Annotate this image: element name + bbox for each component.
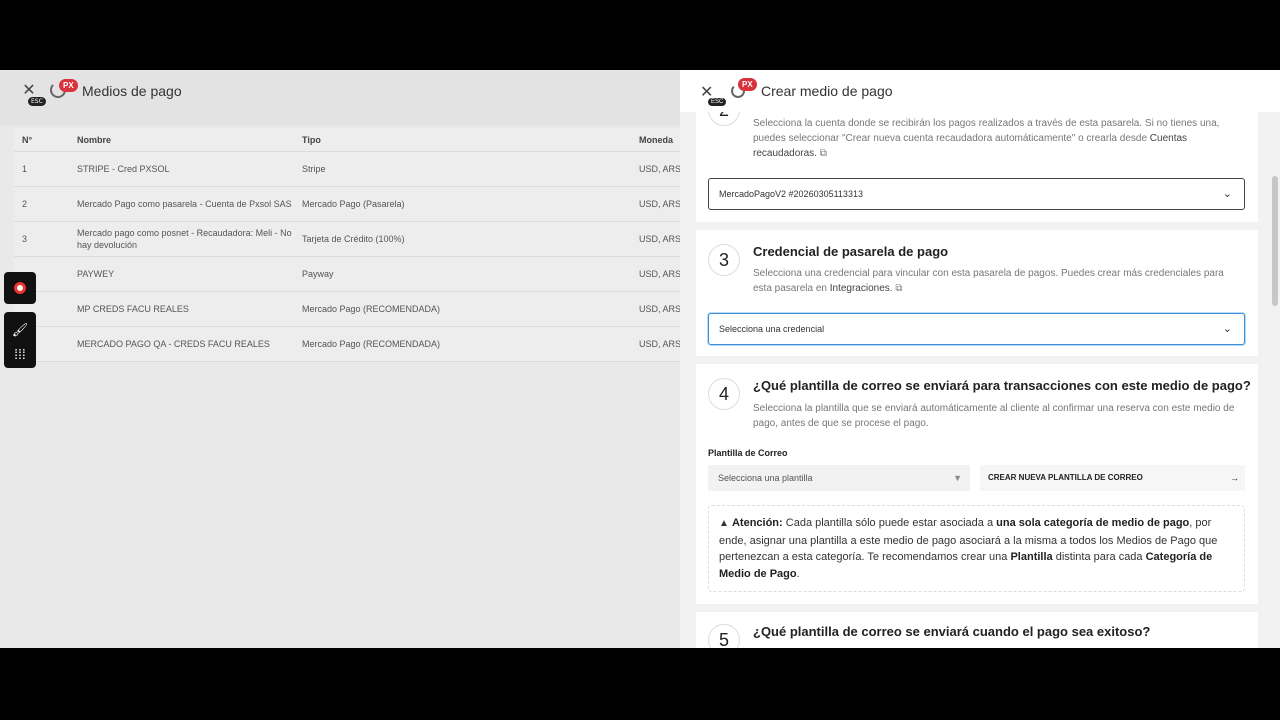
drawer-scrollbar[interactable]	[1272, 176, 1278, 306]
drawer-header: ✕ ESC PX Crear medio de pago	[680, 70, 1280, 112]
arrow-right-icon: →	[1230, 473, 1239, 483]
table-row[interactable]: 1 STRIPE - Cred PXSOL Stripe USD, ARS	[14, 152, 681, 187]
alert-bold-1: una sola categoría de medio de pago	[996, 517, 1190, 529]
step-3-card: 3 Credencial de pasarela de pago Selecci…	[696, 230, 1258, 356]
select-placeholder: Selecciona una credencial	[719, 324, 825, 334]
col-header-tipo: Tipo	[302, 134, 321, 145]
px-badge: PX	[738, 78, 757, 91]
payment-methods-table: N° Nombre Tipo Moneda 1 STRIPE - Cred PX…	[14, 128, 681, 362]
row-nombre: Mercado Pago como pasarela - Cuenta de P…	[77, 199, 292, 209]
row-nombre: Mercado pago como posnet - Recaudadora: …	[77, 228, 292, 250]
col-header-num: N°	[22, 134, 33, 145]
external-link-icon: ⧉	[895, 283, 903, 294]
row-nombre: PAYWEY	[77, 269, 115, 279]
step-description: Selecciona una credencial para vincular …	[753, 266, 1243, 296]
alert-bold-2: Plantilla	[1010, 551, 1053, 563]
record-button[interactable]	[4, 272, 36, 304]
credential-select[interactable]: Selecciona una credencial ⌄	[708, 313, 1245, 345]
step-2-card: 2 Selecciona la cuenta donde se recibirá…	[696, 94, 1258, 222]
row-tipo: Mercado Pago (RECOMENDADA)	[302, 304, 441, 314]
step-title: Credencial de pasarela de pago	[753, 244, 949, 259]
alert-lead: Atención:	[731, 517, 783, 529]
table-row[interactable]: 3 Mercado pago como posnet - Recaudadora…	[14, 222, 681, 257]
create-template-button[interactable]: CREAR NUEVA PLANTILLA DE CORREO →	[980, 465, 1245, 491]
tool-group: 🖌 ⁞⁞⁞	[4, 312, 36, 368]
row-num: 2	[22, 199, 28, 209]
alert-text-4: .	[796, 567, 800, 580]
row-tipo: Tarjeta de Crédito (100%)	[302, 234, 405, 244]
row-nombre: MP CREDS FACU REALES	[77, 304, 189, 314]
select-value: MercadoPagoV2 #20260305113313	[719, 189, 863, 199]
alert-text-3: distinta para cada	[1052, 551, 1146, 563]
table-row[interactable]: PAYWEY Payway USD, ARS	[14, 257, 681, 292]
collection-account-select[interactable]: MercadoPagoV2 #20260305113313 ⌄	[708, 178, 1245, 210]
button-label: CREAR NUEVA PLANTILLA DE CORREO	[988, 473, 1143, 482]
floating-toolbar: 🖌 ⁞⁞⁞	[4, 272, 36, 368]
step-description: Selecciona la cuenta donde se recibirán …	[753, 116, 1243, 161]
step-description: Selecciona la plantilla que se enviará a…	[753, 403, 1235, 429]
row-tipo: Mercado Pago (Pasarela)	[302, 199, 405, 209]
external-link-icon: ⧉	[819, 148, 827, 159]
px-badge: PX	[59, 79, 78, 92]
drawer-title: Crear medio de pago	[761, 83, 893, 99]
record-icon	[14, 282, 26, 294]
grid-icon[interactable]: ⁞⁞⁞	[4, 342, 36, 366]
step-4-card: 4 ¿Qué plantilla de correo se enviará pa…	[696, 364, 1258, 604]
email-template-select[interactable]: Selecciona una plantilla ▼	[708, 465, 970, 491]
select-placeholder: Selecciona una plantilla	[718, 473, 813, 483]
table-row[interactable]: MERCADO PAGO QA - CREDS FACU REALES Merc…	[14, 327, 681, 362]
table-row[interactable]: MP CREDS FACU REALES Mercado Pago (RECOM…	[14, 292, 681, 327]
payment-methods-panel: ✕ ESC PX Medios de pago N° Nombre Tipo M…	[0, 70, 681, 648]
attention-alert: ▲ Atención: Cada plantilla sólo puede es…	[708, 505, 1245, 592]
col-header-nombre: Nombre	[77, 134, 112, 145]
row-num: 1	[22, 164, 28, 174]
esc-badge: ESC	[28, 97, 46, 106]
integraciones-link[interactable]: Integraciones.	[830, 283, 893, 294]
warning-icon: ▲	[719, 518, 729, 529]
row-tipo: Mercado Pago (RECOMENDADA)	[302, 339, 441, 349]
create-payment-drawer: ✕ ESC PX Crear medio de pago 2 Seleccion…	[680, 70, 1280, 648]
step-5-card: 5 ¿Qué plantilla de correo se enviará cu…	[696, 612, 1258, 648]
row-nombre: STRIPE - Cred PXSOL	[77, 164, 170, 174]
row-num: 3	[22, 234, 28, 244]
row-nombre: MERCADO PAGO QA - CREDS FACU REALES	[77, 339, 270, 349]
left-header: ✕ ESC PX Medios de pago	[0, 70, 680, 126]
caret-down-icon: ▼	[953, 473, 962, 483]
app-stage: ✕ ESC PX Medios de pago N° Nombre Tipo M…	[0, 70, 1280, 648]
chevron-down-icon: ⌄	[1222, 188, 1232, 200]
template-field-label: Plantilla de Correo	[708, 448, 788, 458]
step-title: ¿Qué plantilla de correo se enviará cuan…	[753, 624, 1151, 639]
alert-text-1: Cada plantilla sólo puede estar asociada…	[782, 517, 997, 529]
page-title: Medios de pago	[82, 83, 182, 99]
chevron-down-icon: ⌄	[1222, 323, 1232, 335]
esc-badge: ESC	[708, 98, 727, 106]
brush-icon[interactable]: 🖌	[4, 318, 36, 342]
step-number: 3	[708, 244, 740, 276]
row-tipo: Stripe	[302, 164, 326, 174]
table-header: N° Nombre Tipo Moneda	[14, 128, 680, 152]
step-number: 4	[708, 378, 740, 410]
row-tipo: Payway	[302, 269, 334, 279]
step-desc-text: Selecciona una credencial para vincular …	[753, 268, 1224, 294]
table-row[interactable]: 2 Mercado Pago como pasarela - Cuenta de…	[14, 187, 681, 222]
step-title: ¿Qué plantilla de correo se enviará para…	[753, 378, 1251, 393]
step-number: 5	[708, 624, 740, 648]
